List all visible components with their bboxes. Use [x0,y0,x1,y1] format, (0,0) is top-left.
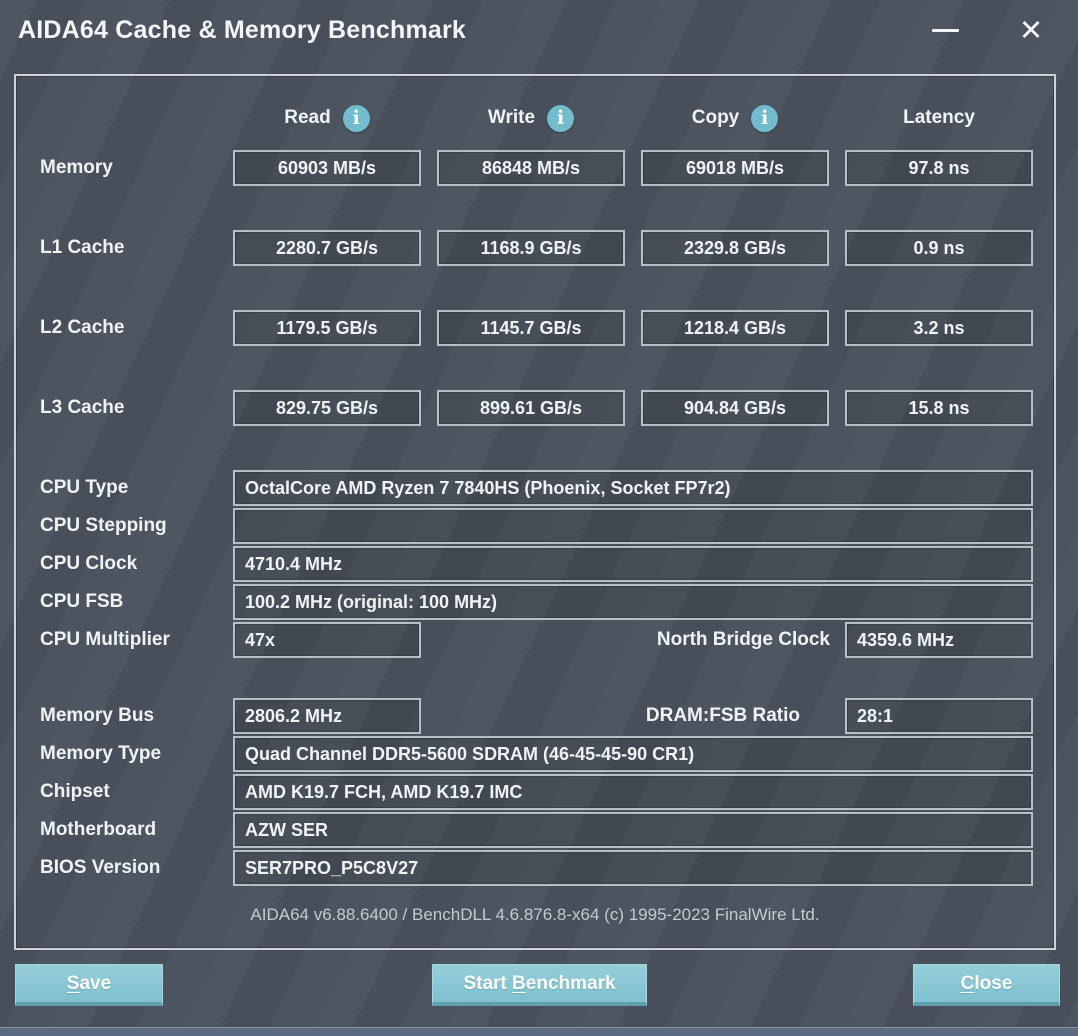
version-credit-text: AIDA64 v6.88.6400 / BenchDLL 4.6.876.8-x… [250,905,820,924]
l1-write-value: 1168.9 GB/s [437,230,625,266]
l3-latency-value: 15.8 ns [845,390,1033,426]
label-bios-version: BIOS Version [40,857,161,878]
l3-copy-value: 904.84 GB/s [641,390,829,426]
chipset-value: AMD K19.7 FCH, AMD K19.7 IMC [233,774,1033,810]
column-header-write: Write i [437,101,625,135]
label-cpu-type: CPU Type [40,477,129,498]
memory-write-value: 86848 MB/s [437,150,625,186]
column-header-copy: Copy i [641,101,829,135]
l1-latency-value: 0.9 ns [845,230,1033,266]
label-motherboard: Motherboard [40,819,157,840]
label-cpu-stepping: CPU Stepping [40,515,167,536]
memory-copy-value: 69018 MB/s [641,150,829,186]
write-header-label: Write [487,107,536,128]
label-cpu-fsb: CPU FSB [40,591,124,612]
l2-latency-value: 3.2 ns [845,310,1033,346]
save-button[interactable]: Save [15,964,163,1006]
save-button-label: Save [66,972,112,994]
close-button[interactable]: Close [913,964,1060,1006]
window-bottom-edge [0,1027,1078,1036]
label-memory-type: Memory Type [40,743,162,764]
row-label-l2-cache: L2 Cache [40,317,125,338]
label-dram-fsb-ratio: DRAM:FSB Ratio [645,705,800,726]
latency-header-label: Latency [903,107,975,128]
l3-read-value: 829.75 GB/s [233,390,421,426]
l1-read-value: 2280.7 GB/s [233,230,421,266]
row-label-l1-cache: L1 Cache [40,237,125,258]
l2-write-value: 1145.7 GB/s [437,310,625,346]
l3-write-value: 899.61 GB/s [437,390,625,426]
memory-read-value: 60903 MB/s [233,150,421,186]
north-bridge-clock-value: 4359.6 MHz [845,622,1033,658]
label-cpu-clock: CPU Clock [40,553,138,574]
l1-copy-value: 2329.8 GB/s [641,230,829,266]
minimize-icon [931,28,959,32]
row-label-l3-cache: L3 Cache [40,397,125,418]
minimize-button[interactable] [922,10,968,50]
copy-header-label: Copy [691,107,740,128]
start-benchmark-button-label: Start Benchmark [463,972,616,994]
memory-latency-value: 97.8 ns [845,150,1033,186]
label-memory-bus: Memory Bus [40,705,155,726]
read-header-label: Read [284,107,331,128]
close-window-button[interactable]: ✕ [1008,10,1054,50]
l2-copy-value: 1218.4 GB/s [641,310,829,346]
column-header-latency: Latency [845,101,1033,135]
label-chipset: Chipset [40,781,110,802]
label-north-bridge-clock: North Bridge Clock [656,629,830,650]
start-benchmark-button[interactable]: Start Benchmark [432,964,647,1006]
window-title: AIDA64 Cache & Memory Benchmark [18,16,467,44]
l2-read-value: 1179.5 GB/s [233,310,421,346]
cpu-fsb-value: 100.2 MHz (original: 100 MHz) [233,584,1033,620]
copy-info-icon[interactable]: i [751,104,779,132]
dram-fsb-ratio-value: 28:1 [845,698,1033,734]
column-header-read: Read i [233,101,421,135]
row-label-memory: Memory [40,157,113,178]
bios-version-value: SER7PRO_P5C8V27 [233,850,1033,886]
close-icon: ✕ [1018,14,1044,47]
memory-bus-value: 2806.2 MHz [233,698,421,734]
aida64-benchmark-window: AIDA64 Cache & Memory Benchmark ✕ Read i… [0,0,1078,1036]
memory-type-value: Quad Channel DDR5-5600 SDRAM (46-45-45-9… [233,736,1033,772]
cpu-multiplier-value: 47x [233,622,421,658]
cpu-clock-value: 4710.4 MHz [233,546,1033,582]
write-info-icon[interactable]: i [547,104,575,132]
motherboard-value: AZW SER [233,812,1033,848]
cpu-stepping-value [233,508,1033,544]
cpu-type-value: OctalCore AMD Ryzen 7 7840HS (Phoenix, S… [233,470,1033,506]
close-button-label: Close [960,972,1013,994]
read-info-icon[interactable]: i [342,104,370,132]
label-cpu-multiplier: CPU Multiplier [40,629,170,650]
